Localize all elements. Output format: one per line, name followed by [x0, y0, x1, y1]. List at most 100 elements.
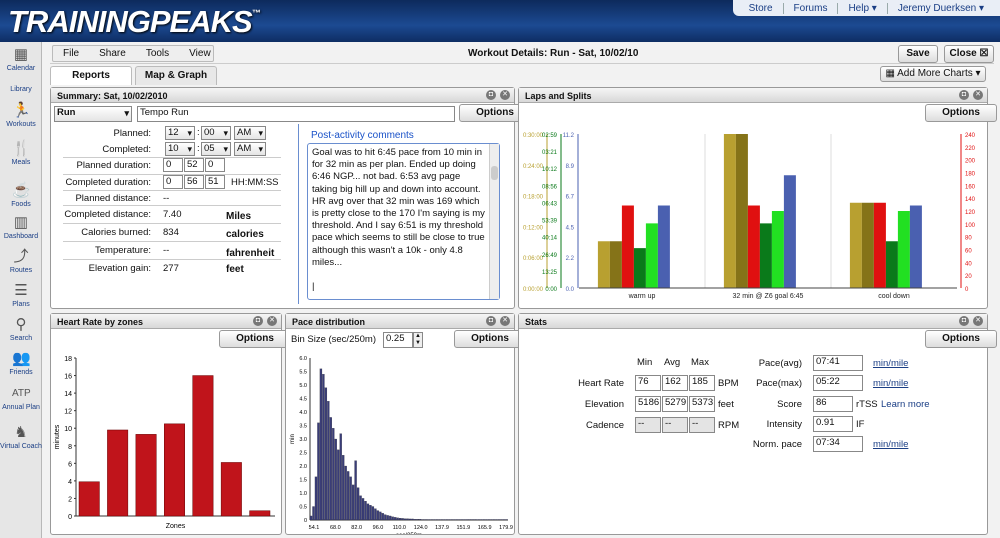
completed-minute-select[interactable]: 05	[201, 142, 231, 156]
norm-pace-label: Norm. pace	[752, 439, 802, 450]
planned-minute-select[interactable]: 00	[201, 126, 231, 140]
elevation-unit: feet	[226, 264, 244, 275]
elevation-value[interactable]: 277	[163, 263, 179, 274]
planned-hour-select[interactable]: 12	[165, 126, 195, 140]
comments-scrollbar[interactable]	[489, 144, 499, 299]
planned-duration-seconds[interactable]: 0	[205, 158, 225, 172]
pace-bar	[465, 519, 469, 521]
add-more-charts-button[interactable]: ▦ Add More Charts ▾	[880, 66, 986, 82]
stats-options-button[interactable]: Options	[925, 330, 997, 348]
sidebar-item-plans[interactable]: ☰ Plans	[0, 282, 42, 308]
stat-min-value[interactable]: --	[635, 417, 661, 433]
pace-max-unit-link[interactable]: min/mile	[873, 378, 908, 389]
calories-value[interactable]: 834	[163, 227, 179, 238]
save-button[interactable]: Save	[898, 45, 938, 63]
pace-max-value[interactable]: 05:22	[813, 375, 863, 391]
pace-ytick-label: 1.5	[299, 478, 307, 484]
tab-map-graph[interactable]: Map & Graph	[135, 66, 217, 85]
close-panel-icon[interactable]: ✕	[500, 90, 510, 100]
pace-avg-label: Pace(avg)	[758, 358, 802, 369]
sidebar-item-friends[interactable]: 👥 Friends	[0, 350, 42, 376]
norm-pace-value[interactable]: 07:34	[813, 436, 863, 452]
sidebar-item-virtual-coach[interactable]: ♞ Virtual Coach	[0, 424, 42, 450]
laps-tick-label: 0:24:00	[523, 164, 544, 170]
pace-avg-value[interactable]: 07:41	[813, 355, 863, 371]
close-panel-icon[interactable]: ✕	[973, 316, 983, 326]
norm-pace-unit-link[interactable]: min/mile	[873, 439, 908, 450]
stat-min-value[interactable]: 5186	[635, 396, 661, 412]
maximize-icon[interactable]: ◘	[253, 316, 263, 326]
stat-avg-value[interactable]: --	[662, 417, 688, 433]
completed-ampm-select[interactable]: AM	[234, 142, 266, 156]
laps-bar	[645, 223, 658, 288]
pace-bar	[475, 519, 478, 521]
stats-title: Stats	[519, 314, 987, 329]
sidebar-item-library[interactable]: Library	[0, 86, 42, 93]
sidebar-item-search[interactable]: ⚲ Search	[0, 316, 42, 342]
sidebar-item-meals[interactable]: 🍴 Meals	[0, 140, 42, 166]
sidebar-item-annual-plan[interactable]: ATP Annual Plan	[0, 385, 42, 411]
planned-ampm-select[interactable]: AM	[234, 126, 266, 140]
laps-tick-label: 11.2	[563, 133, 575, 139]
share-menu[interactable]: Share	[89, 48, 136, 59]
pace-bar	[493, 519, 496, 521]
summary-title: Summary: Sat, 10/02/2010	[51, 88, 514, 103]
planned-duration-hours[interactable]: 0	[163, 158, 183, 172]
hr-options-button[interactable]: Options	[219, 330, 291, 348]
close-panel-icon[interactable]: ✕	[973, 90, 983, 100]
laps-options-button[interactable]: Options	[925, 104, 997, 122]
planned-duration-minutes[interactable]: 52	[184, 158, 204, 172]
pace-ytick-label: 5.5	[299, 370, 307, 376]
user-menu[interactable]: Jeremy Duerksen ▾	[888, 3, 994, 14]
close-panel-icon[interactable]: ✕	[500, 316, 510, 326]
completed-duration-seconds[interactable]: 51	[205, 175, 225, 189]
close-panel-icon[interactable]: ✕	[267, 316, 277, 326]
stat-avg-value[interactable]: 162	[662, 375, 688, 391]
sidebar-item-workouts[interactable]: 🏃 Workouts	[0, 102, 42, 128]
view-menu[interactable]: View	[179, 48, 221, 59]
bin-size-stepper[interactable]: ▲ ▼	[413, 332, 423, 348]
stat-avg-value[interactable]: 5279	[662, 396, 688, 412]
sidebar-item-routes[interactable]: ⤴ Routes	[0, 248, 42, 274]
pace-bar	[317, 422, 320, 521]
logo[interactable]: TRAININGPEAKS™	[8, 4, 261, 40]
file-menu[interactable]: File	[53, 48, 89, 59]
maximize-icon[interactable]: ◘	[959, 316, 969, 326]
learn-more-link[interactable]: Learn more	[881, 399, 930, 410]
sport-select[interactable]: Run	[54, 106, 132, 122]
sidebar-item-label: Dashboard	[3, 233, 39, 240]
help-menu[interactable]: Help ▾	[838, 2, 888, 14]
sidebar-item-dashboard[interactable]: ▥ Dashboard	[0, 214, 42, 240]
pace-ytick-label: 2.5	[299, 451, 307, 457]
store-link[interactable]: Store	[739, 2, 784, 14]
completed-duration-minutes[interactable]: 56	[184, 175, 204, 189]
pace-options-button[interactable]: Options	[454, 330, 526, 348]
maximize-icon[interactable]: ◘	[959, 90, 969, 100]
comments-textarea[interactable]: Goal was to hit 6:45 pace from 10 min in…	[307, 143, 500, 300]
completed-duration-hours[interactable]: 0	[163, 175, 183, 189]
bin-size-input[interactable]: 0.25	[383, 332, 413, 348]
sidebar-item-foods[interactable]: ☕ Foods	[0, 182, 42, 208]
forums-link[interactable]: Forums	[784, 2, 839, 14]
intensity-value[interactable]: 0.91	[813, 416, 853, 432]
pace-avg-unit-link[interactable]: min/mile	[873, 358, 908, 369]
stat-row-label: Heart Rate	[578, 378, 624, 389]
calories-label: Calories burned:	[81, 227, 151, 238]
completed-hour-select[interactable]: 10	[165, 142, 195, 156]
sidebar-item-calendar[interactable]: ▦ Calendar	[0, 46, 42, 72]
pace-bar	[490, 519, 493, 521]
temperature-value[interactable]: --	[163, 245, 169, 256]
tools-menu[interactable]: Tools	[136, 48, 179, 59]
pace-bar	[389, 515, 392, 521]
maximize-icon[interactable]: ◘	[486, 90, 496, 100]
close-button[interactable]: Close ☒	[944, 45, 994, 63]
pace-bar	[324, 387, 328, 521]
stat-min-value[interactable]: 76	[635, 375, 661, 391]
laps-tick-label: 03:21	[542, 150, 558, 156]
maximize-icon[interactable]: ◘	[486, 316, 496, 326]
workout-name-input[interactable]: Tempo Run	[137, 106, 455, 122]
tab-reports[interactable]: Reports	[50, 66, 132, 85]
search-icon: ⚲	[15, 316, 27, 333]
score-value[interactable]: 86	[813, 396, 853, 412]
completed-distance-value[interactable]: 7.40	[163, 209, 182, 220]
